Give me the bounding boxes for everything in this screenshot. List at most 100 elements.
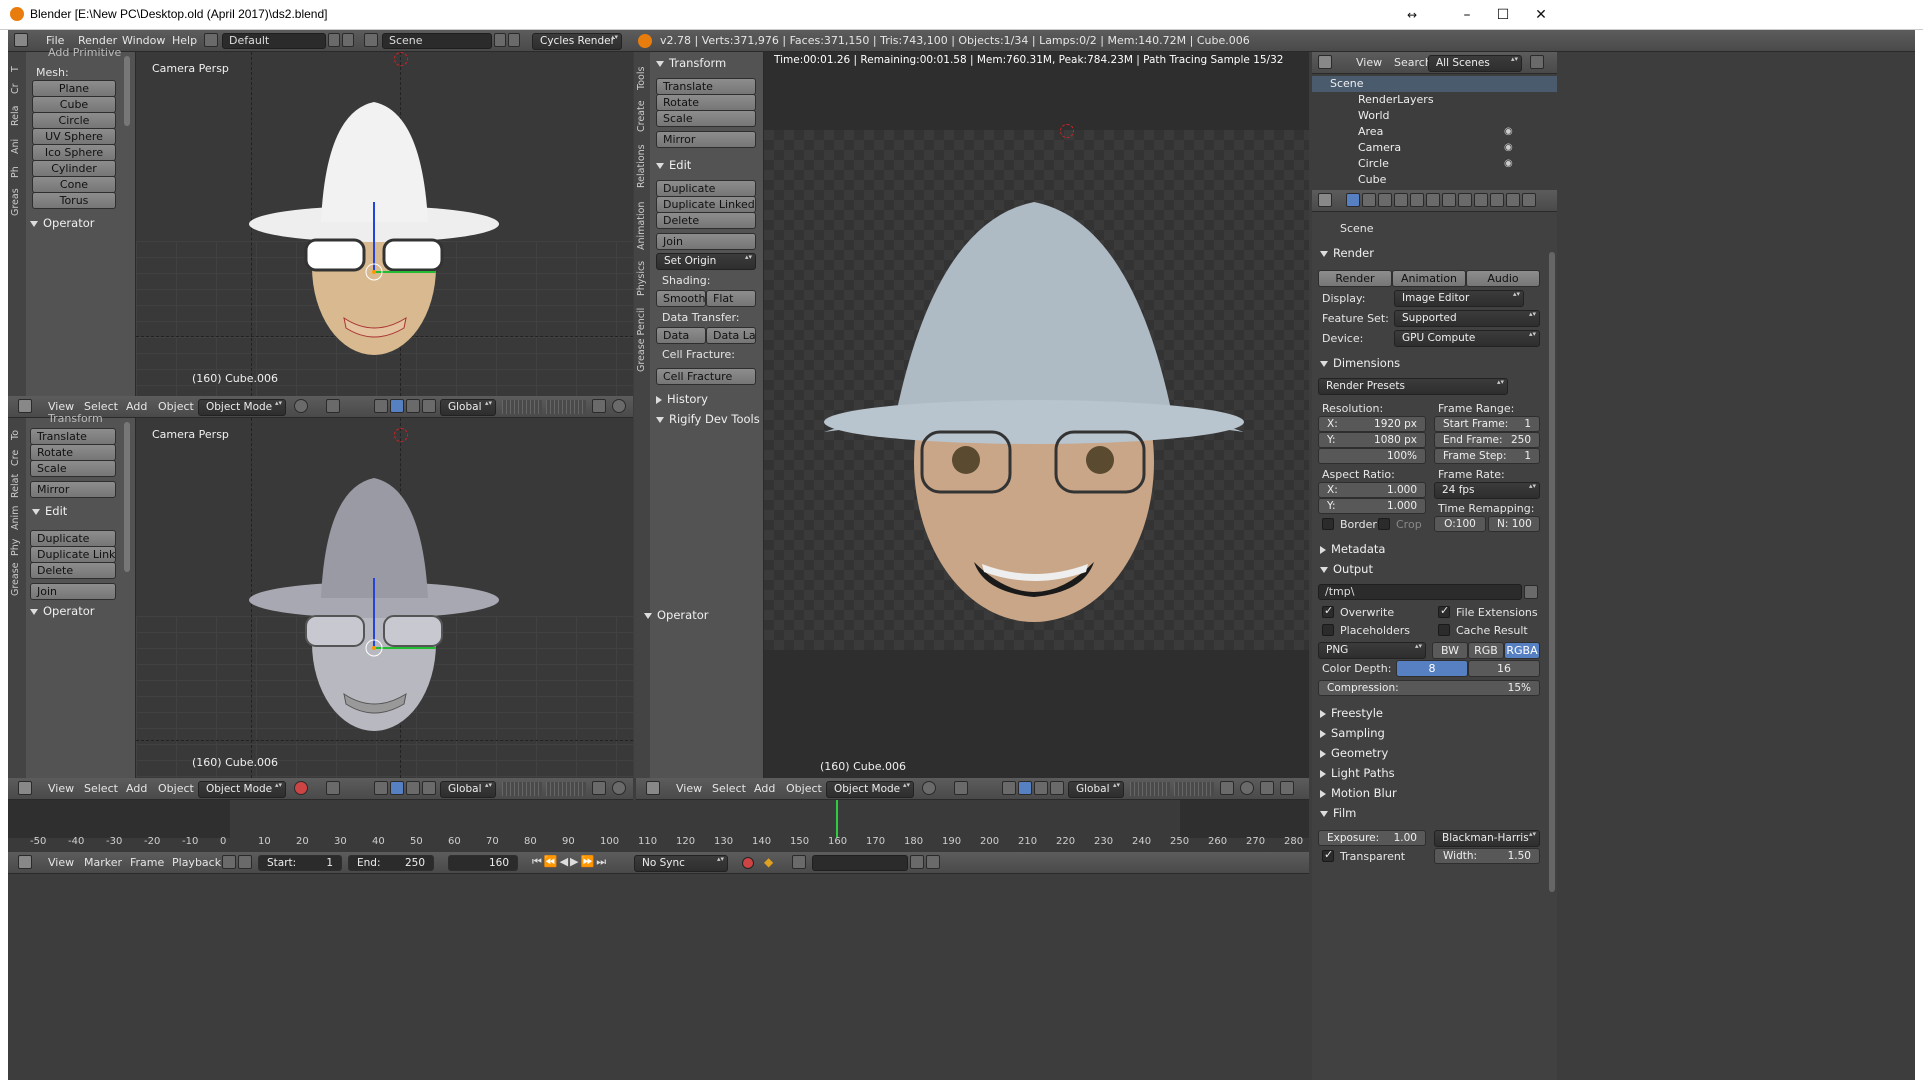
resolution-x-field[interactable]: X: 1920 px <box>1318 416 1426 432</box>
depth-8-button[interactable]: 8 <box>1396 660 1468 677</box>
timeline-editor-icon[interactable] <box>18 855 32 869</box>
render-presets-dropdown[interactable]: Render Presets <box>1318 378 1508 395</box>
remove-screen-icon[interactable] <box>342 33 354 47</box>
keyframe-icon[interactable]: ◆ <box>764 855 773 869</box>
freestyle-panel-head[interactable]: Freestyle <box>1320 706 1383 720</box>
tab-grease-pencil[interactable]: Greas <box>10 182 24 216</box>
layers-r-icon[interactable] <box>1130 782 1170 796</box>
frame-rate-dropdown[interactable]: 24 fps <box>1434 482 1540 499</box>
file-format-dropdown[interactable]: PNG <box>1318 642 1426 659</box>
cache-result-checkbox[interactable] <box>1438 624 1450 636</box>
orientation-dropdown-b[interactable]: Global <box>440 781 496 798</box>
border-checkbox[interactable] <box>1322 518 1334 530</box>
tab-animation-b[interactable]: Anim <box>10 502 24 530</box>
bw-button[interactable]: BW <box>1432 642 1468 659</box>
sampling-panel-head[interactable]: Sampling <box>1320 726 1385 740</box>
shading-b-icon[interactable] <box>294 781 308 795</box>
editor-type-r-icon[interactable] <box>646 781 660 795</box>
tab-animation-m[interactable]: Animation <box>636 194 650 250</box>
menu-object-r[interactable]: Object <box>786 782 822 795</box>
display-dropdown[interactable]: Image Editor <box>1394 290 1524 307</box>
remove-scene-icon[interactable] <box>508 33 520 47</box>
edit-panel-m[interactable]: Edit <box>656 158 691 172</box>
timeline-menu-marker[interactable]: Marker <box>84 856 122 869</box>
rgba-button[interactable]: RGBA <box>1504 642 1540 659</box>
file-extensions-checkbox[interactable] <box>1438 604 1450 618</box>
properties-scrollbar[interactable] <box>1549 252 1555 892</box>
rotate-manip-b-icon[interactable] <box>406 781 420 795</box>
tab-grease-b[interactable]: Grease <box>10 560 24 596</box>
add-cylinder-button[interactable]: Cylinder <box>32 160 116 177</box>
render-engine-dropdown[interactable]: Cycles Render <box>532 33 622 50</box>
outliner-search-icon[interactable] <box>1530 55 1544 69</box>
output-path-field[interactable]: /tmp\ <box>1318 584 1522 600</box>
mode-dropdown-b[interactable]: Object Mode <box>198 781 286 798</box>
manipulator-b-icon[interactable] <box>374 781 388 795</box>
translate-button-m[interactable]: Translate <box>656 78 756 95</box>
current-frame-field[interactable]: 160 <box>448 855 518 871</box>
animation-button[interactable]: Animation <box>1392 270 1466 287</box>
layer-lock-icon[interactable] <box>592 399 606 413</box>
outliner-menu-search[interactable]: Search <box>1394 56 1432 69</box>
tab-relations-m[interactable]: Relations <box>636 138 650 188</box>
outliner-editor-icon[interactable] <box>1318 55 1332 69</box>
join-button-m[interactable]: Join <box>656 233 756 250</box>
output-panel-head[interactable]: Output <box>1320 562 1373 576</box>
keying-set-icon[interactable] <box>792 855 806 869</box>
scale-button-b[interactable]: Scale <box>30 460 116 477</box>
duplicate-linked-button-m[interactable]: Duplicate Linked <box>656 196 756 213</box>
physics-tab-icon[interactable] <box>1522 193 1536 207</box>
placeholders-checkbox[interactable] <box>1322 624 1334 636</box>
translate-button-b[interactable]: Translate <box>30 428 116 445</box>
frame-step-field[interactable]: Frame Step: 1 <box>1434 448 1540 464</box>
add-uv-sphere-button[interactable]: UV Sphere <box>32 128 116 145</box>
add-cone-button[interactable]: Cone <box>32 176 116 193</box>
layer-lock-b-icon[interactable] <box>592 781 606 795</box>
rotate-button-b[interactable]: Rotate <box>30 444 116 461</box>
viewport-bottom[interactable]: Camera Persp (160) Cube.006 <box>136 418 633 778</box>
aspect-x-field[interactable]: X: 1.000 <box>1318 482 1426 498</box>
menu-view-r[interactable]: View <box>676 782 702 795</box>
operator-panel-m[interactable]: Operator <box>644 608 708 622</box>
scale-manip-r-icon[interactable] <box>1050 781 1064 795</box>
menu-view-b[interactable]: View <box>48 782 74 795</box>
filter-width-field[interactable]: Width: 1.50 <box>1434 848 1540 864</box>
editor-type-icon[interactable] <box>18 399 32 413</box>
scale-button-m[interactable]: Scale <box>656 110 756 127</box>
3d-cursor-icon[interactable] <box>394 52 408 66</box>
particles-tab-icon[interactable] <box>1506 193 1520 207</box>
duplicate-linked-button-b[interactable]: Duplicate Linked <box>30 546 116 563</box>
add-plane-button[interactable]: Plane <box>32 80 116 97</box>
menu-object-b[interactable]: Object <box>158 782 194 795</box>
world-tab-icon[interactable] <box>1394 193 1408 207</box>
orientation-dropdown-r[interactable]: Global <box>1068 781 1124 798</box>
visibility-eye-icon[interactable]: ◉ <box>1504 126 1513 137</box>
properties-editor-icon[interactable] <box>1318 193 1332 207</box>
object-tab-icon[interactable] <box>1410 193 1424 207</box>
timeline-end-field[interactable]: End: 250 <box>348 855 434 871</box>
translate-manip-b-icon[interactable] <box>390 781 404 795</box>
resolution-y-field[interactable]: Y: 1080 px <box>1318 432 1426 448</box>
manipulator-icon[interactable] <box>374 399 388 413</box>
delete-button-b[interactable]: Delete <box>30 562 116 579</box>
render-preview-b-icon[interactable] <box>612 781 626 795</box>
layers-icon[interactable] <box>502 400 542 414</box>
3d-cursor-render-icon[interactable] <box>1060 124 1074 138</box>
start-frame-field[interactable]: Start Frame: 1 <box>1434 416 1540 432</box>
timeline-menu-frame[interactable]: Frame <box>130 856 164 869</box>
remap-old-field[interactable]: O:100 <box>1434 516 1486 532</box>
snap-icon[interactable] <box>1280 781 1294 795</box>
menu-help[interactable]: Help <box>172 34 197 47</box>
operator-panel-top[interactable]: Operator <box>30 216 94 230</box>
light-paths-panel-head[interactable]: Light Paths <box>1320 766 1395 780</box>
orientation-dropdown[interactable]: Global <box>440 399 496 416</box>
data-tab-icon[interactable] <box>1458 193 1472 207</box>
outliner-filter-dropdown[interactable]: All Scenes <box>1428 55 1522 72</box>
outliner-item-scene[interactable]: Scene <box>1330 77 1364 90</box>
audio-button[interactable]: Audio <box>1466 270 1540 287</box>
render-panel-head[interactable]: Render <box>1320 246 1374 260</box>
tab-relations[interactable]: Rela <box>10 98 24 126</box>
modifiers-tab-icon[interactable] <box>1442 193 1456 207</box>
screen-layout-icon[interactable] <box>204 33 218 47</box>
current-frame-indicator[interactable] <box>836 800 838 838</box>
